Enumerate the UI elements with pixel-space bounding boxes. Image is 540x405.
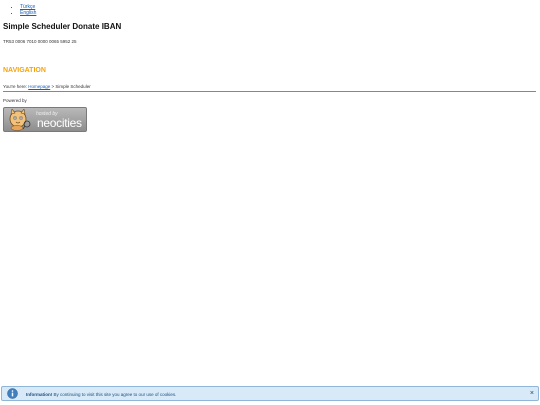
cat-mascot-icon — [9, 109, 31, 131]
cookie-notice-bar: Information! By continuing to visit this… — [1, 386, 539, 401]
cookie-title: Information! — [26, 391, 53, 397]
breadcrumb: You're here: Homepage > Simple Scheduler — [3, 84, 91, 89]
breadcrumb-prefix: You're here: — [3, 84, 27, 89]
navigation-heading: NAVIGATION — [3, 67, 46, 74]
language-link-english[interactable]: English — [20, 10, 36, 16]
page-title: Simple Scheduler Donate IBAN — [3, 22, 122, 31]
info-icon — [7, 388, 18, 399]
neocities-badge[interactable]: hosted by neocities — [3, 107, 87, 132]
language-list: Türkçe English — [20, 4, 36, 16]
divider — [3, 91, 536, 92]
list-item: English — [20, 10, 36, 16]
breadcrumb-separator: > — [51, 84, 55, 89]
powered-by-label: Powered by — [3, 98, 27, 103]
cookie-text: By continuing to visit this site you agr… — [53, 391, 177, 397]
breadcrumb-home-link[interactable]: Homepage — [28, 84, 50, 89]
badge-brand-text: neocities — [37, 116, 82, 130]
iban-text: TR53 0006 7010 0000 0065 5952 25 — [3, 39, 77, 44]
cookie-message: Information! By continuing to visit this… — [26, 392, 176, 397]
close-icon[interactable]: × — [530, 390, 534, 397]
breadcrumb-current: Simple Scheduler — [55, 84, 91, 89]
